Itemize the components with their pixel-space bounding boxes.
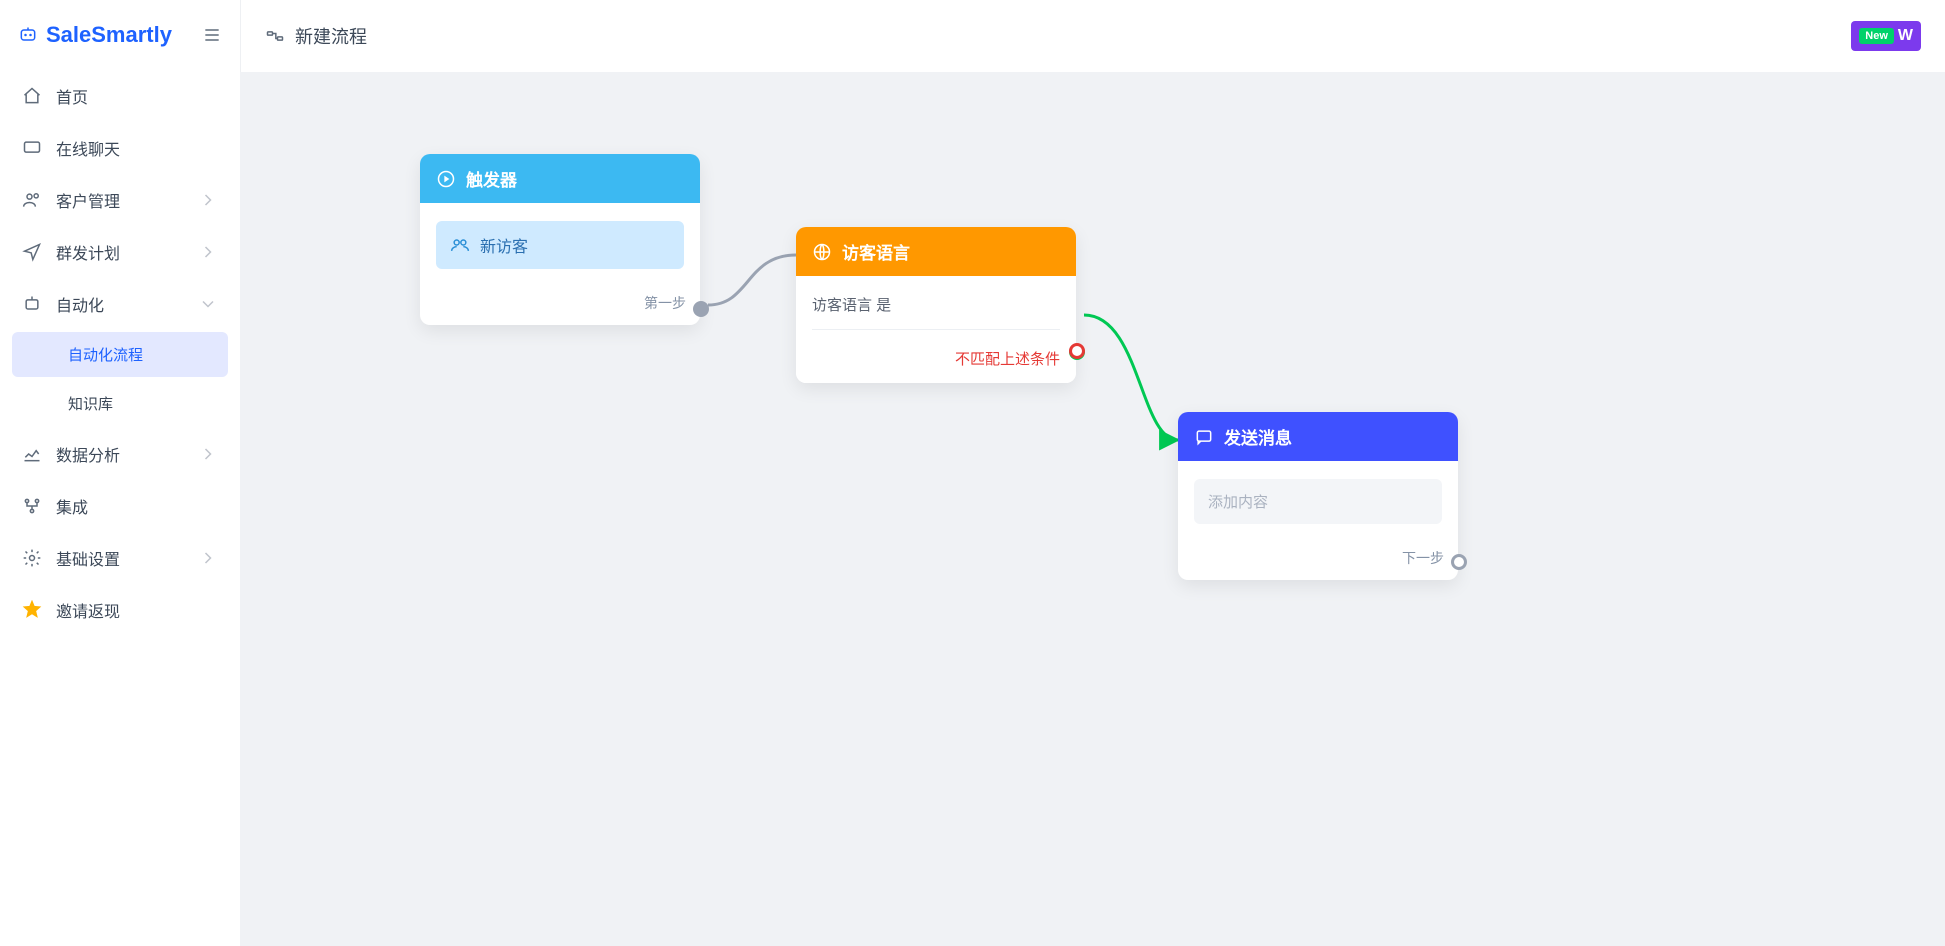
nav-broadcast[interactable]: 群发计划: [0, 226, 240, 278]
nav: 首页 在线聊天 客户管理 群发计划 自动化 自动化流程: [0, 70, 240, 946]
brand: SaleSmartly: [0, 10, 240, 70]
nav-invite[interactable]: 邀请返现: [0, 584, 240, 636]
sidebar-collapse-icon[interactable]: [202, 25, 222, 45]
condition-expression[interactable]: 访客语言 是: [812, 294, 1060, 330]
node-header: 访客语言: [796, 227, 1076, 276]
nav-settings[interactable]: 基础设置: [0, 532, 240, 584]
nav-label: 自动化流程: [68, 347, 143, 364]
whatsapp-badge[interactable]: New W: [1851, 21, 1921, 51]
send-icon: [22, 242, 42, 262]
footer-text: 下一步: [1402, 550, 1444, 566]
brand-logo-icon: [18, 25, 38, 45]
main: 新建流程 New W: [240, 0, 1945, 946]
nav-label: 首页: [56, 84, 88, 108]
nav-label: 在线聊天: [56, 136, 120, 160]
output-port[interactable]: [1451, 554, 1467, 570]
nav-knowledge-base[interactable]: 知识库: [12, 381, 228, 426]
robot-icon: [22, 294, 42, 314]
node-title: 发送消息: [1224, 424, 1292, 449]
node-condition[interactable]: 访客语言 访客语言 是 不匹配上述条件: [796, 227, 1076, 383]
chevron-right-icon: [198, 548, 218, 568]
node-trigger[interactable]: 触发器 新访客 第一步: [420, 154, 700, 325]
nav-integration[interactable]: 集成: [0, 480, 240, 532]
w-label: W: [1898, 27, 1913, 45]
chart-icon: [22, 444, 42, 464]
condition-no-match[interactable]: 不匹配上述条件: [812, 330, 1060, 369]
nav-automation-flow[interactable]: 自动化流程: [12, 332, 228, 377]
new-badge: New: [1859, 28, 1894, 44]
nav-customer[interactable]: 客户管理: [0, 174, 240, 226]
flow-icon: [265, 26, 285, 46]
trigger-chip[interactable]: 新访客: [436, 221, 684, 269]
no-match-output-port[interactable]: [1069, 343, 1085, 359]
nav-label: 知识库: [68, 396, 113, 413]
nav-chat[interactable]: 在线聊天: [0, 122, 240, 174]
node-footer: 第一步: [420, 283, 700, 325]
nav-label: 群发计划: [56, 240, 120, 264]
output-port[interactable]: [693, 301, 709, 317]
action-content-input[interactable]: 添加内容: [1194, 479, 1442, 524]
nav-label: 数据分析: [56, 442, 120, 466]
gear-icon: [22, 548, 42, 568]
trigger-chip-label: 新访客: [480, 233, 528, 257]
sidebar: SaleSmartly 首页 在线聊天 客户管理 群发计划: [0, 0, 240, 946]
chevron-right-icon: [198, 444, 218, 464]
flow-canvas[interactable]: 触发器 新访客 第一步 访客语言: [240, 72, 1945, 946]
star-icon: [22, 600, 42, 620]
visitors-icon: [450, 235, 470, 255]
chevron-right-icon: [198, 242, 218, 262]
integration-icon: [22, 496, 42, 516]
message-icon: [1194, 427, 1214, 447]
globe-icon: [812, 242, 832, 262]
node-action[interactable]: 发送消息 添加内容 下一步: [1178, 412, 1458, 580]
nav-label: 基础设置: [56, 546, 120, 570]
node-title: 访客语言: [842, 239, 910, 264]
footer-text: 第一步: [644, 295, 686, 311]
node-footer: 下一步: [1178, 538, 1458, 580]
node-header: 触发器: [420, 154, 700, 203]
brand-name: SaleSmartly: [46, 22, 172, 48]
node-title: 触发器: [466, 166, 517, 191]
chat-icon: [22, 138, 42, 158]
topbar: 新建流程 New W: [240, 0, 1945, 72]
chevron-down-icon: [198, 294, 218, 314]
page-title-text: 新建流程: [295, 23, 367, 49]
nav-label: 自动化: [56, 292, 104, 316]
home-icon: [22, 86, 42, 106]
nav-label: 集成: [56, 494, 88, 518]
nav-automation[interactable]: 自动化: [0, 278, 240, 330]
node-header: 发送消息: [1178, 412, 1458, 461]
nav-analytics[interactable]: 数据分析: [0, 428, 240, 480]
nav-home[interactable]: 首页: [0, 70, 240, 122]
play-circle-icon: [436, 169, 456, 189]
users-icon: [22, 190, 42, 210]
nav-label: 邀请返现: [56, 598, 120, 622]
page-title: 新建流程: [265, 23, 367, 49]
chevron-right-icon: [198, 190, 218, 210]
nav-label: 客户管理: [56, 188, 120, 212]
